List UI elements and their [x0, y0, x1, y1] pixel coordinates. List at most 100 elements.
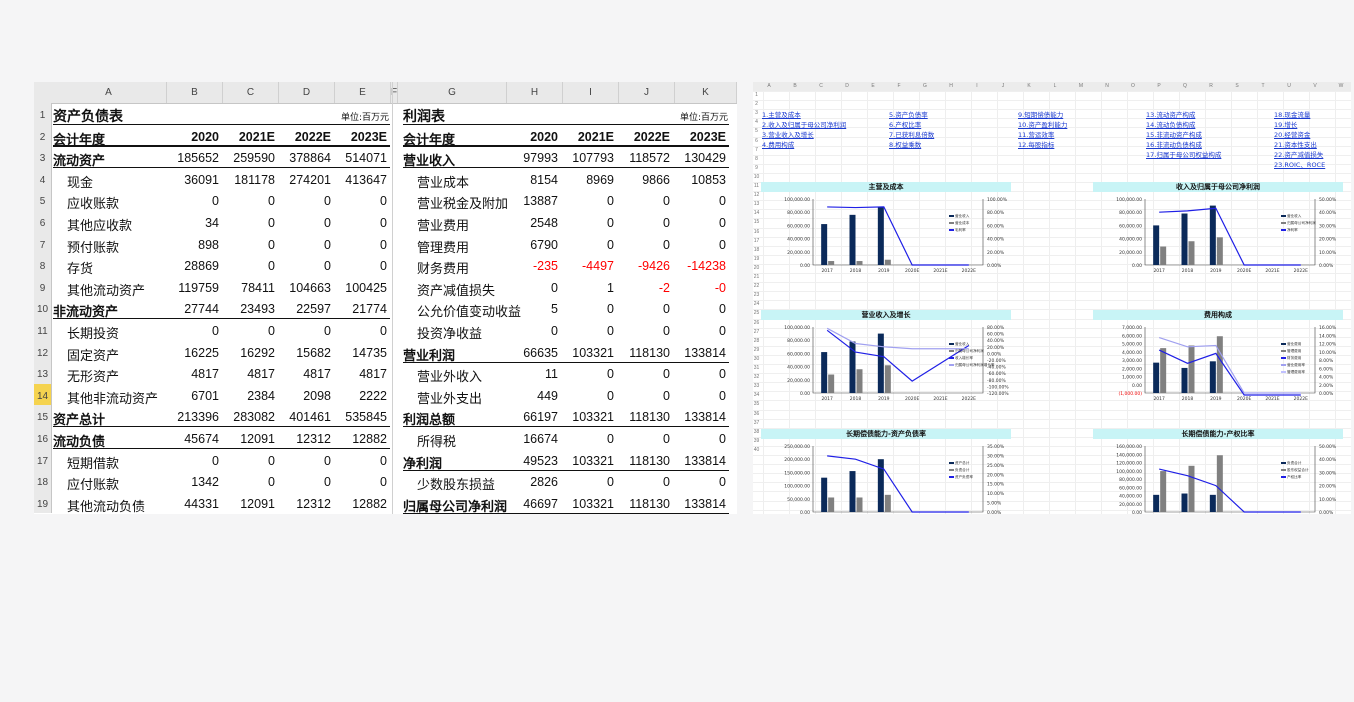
chart-index-link[interactable]: 11.营运效率: [1018, 129, 1054, 139]
row-header-3[interactable]: 3: [34, 146, 52, 168]
y2-tick-label: 50.00%: [1319, 197, 1337, 203]
dash-row-number: 40: [753, 446, 760, 453]
row-header-16[interactable]: 16: [34, 427, 52, 449]
chart-index-link[interactable]: 8.权益乘数: [889, 139, 921, 149]
income-row-label: 财务费用: [417, 262, 470, 278]
chart-index-link[interactable]: 18.现金流量: [1274, 109, 1310, 119]
balance-cell: 535845: [345, 410, 387, 425]
chart-index-link[interactable]: 15.非流动资产构成: [1146, 129, 1202, 139]
y2-tick-label: 8.00%: [1319, 358, 1334, 364]
row-header-17[interactable]: 17: [34, 448, 52, 471]
row-header-18[interactable]: 18: [34, 470, 52, 492]
column-header-D[interactable]: D: [279, 82, 335, 103]
chart-index-link[interactable]: 5.资产负债率: [889, 109, 928, 119]
chart-index-link[interactable]: 20.经营资金: [1274, 129, 1310, 139]
balance-cell: 28869: [184, 259, 219, 274]
line-series: [1158, 349, 1301, 396]
chart-axes: [812, 327, 984, 394]
dash-row-number: 25: [753, 310, 760, 317]
balance-cell: 0: [212, 453, 219, 468]
column-header-K[interactable]: K: [675, 82, 737, 103]
column-header-B[interactable]: B: [167, 82, 223, 103]
balance-row-label: 存货: [67, 262, 94, 278]
income-row-label: 投资净收益: [417, 327, 483, 342]
y-tick-label: 100,000.00: [784, 325, 810, 331]
y2-tick-label: 20.00%: [987, 345, 1005, 351]
chart-index-link[interactable]: 9.短期偿债能力: [1018, 109, 1063, 119]
mini-chart[interactable]: 100,000.00 80,000.00 60,000.00 40,000.00 20,…: [761, 321, 1016, 403]
dash-row-number: 22: [753, 283, 760, 290]
balance-cell: 6701: [191, 388, 219, 403]
bar-mark: [1153, 225, 1160, 265]
spreadsheet-financials[interactable]: ABCDEFGHIJK 1 2 3 4 5 6 7 8 9 10 11 12 13 14 15 16 17 18 1…: [34, 82, 737, 514]
x-tick-label: 2021E: [1265, 268, 1279, 274]
column-header-I[interactable]: I: [563, 82, 619, 103]
legend-label: 营业收入: [955, 213, 970, 218]
y-tick-label: 80,000.00: [1119, 477, 1142, 483]
chart-index-link[interactable]: 6.产权比率: [889, 119, 921, 129]
chart-index-link[interactable]: 2.收入及归属于母公司净利润: [762, 119, 846, 129]
mini-chart[interactable]: 100,000.00 80,000.00 60,000.00 40,000.00 20,…: [1093, 193, 1348, 275]
column-header-G[interactable]: G: [398, 82, 507, 103]
mini-chart[interactable]: 160,000.00 140,000.00 120,000.00 100,000.00…: [1093, 440, 1348, 514]
chart-index-link[interactable]: 22.资产减值损失: [1274, 149, 1323, 159]
bar-mark: [828, 374, 835, 393]
chart-index-link[interactable]: 3.营业收入及增长: [762, 129, 814, 139]
mini-chart[interactable]: 7,000.00 6,000.00 5,000.00 4,000.00 3,000.00…: [1093, 321, 1348, 403]
chart-index-link[interactable]: 13.流动资产构成: [1146, 109, 1195, 119]
table-rule: [403, 469, 729, 471]
chart-index-link[interactable]: 21.资本性支出: [1274, 139, 1317, 149]
row-header-8[interactable]: 8: [34, 254, 52, 276]
chart-index-link[interactable]: 7.已获利息倍数: [889, 129, 934, 139]
row-header-10[interactable]: 10: [34, 297, 52, 319]
chart-dashboard-sheet[interactable]: ABCDEFGHIJKLMNOPQRSTUVW 1 2 3 4 5 6 7 8 9 10 11 12 1…: [753, 82, 1351, 514]
legend-swatch: [949, 350, 954, 352]
income-cell: 46697: [523, 496, 558, 511]
balance-cell: 4817: [359, 367, 387, 382]
column-header-E[interactable]: E: [335, 82, 391, 103]
chart-index-link[interactable]: 10.资产盈利能力: [1018, 119, 1067, 129]
chart-index-link[interactable]: 17.归属于母公司权益构成: [1146, 149, 1221, 159]
row-header-7[interactable]: 7: [34, 232, 52, 255]
row-header-9[interactable]: 9: [34, 275, 52, 298]
income-cell: 133814: [684, 410, 726, 425]
legend-swatch: [1281, 371, 1286, 373]
balance-cell: 0: [380, 453, 387, 468]
y-tick-label: 40,000.00: [1119, 237, 1142, 243]
row-header-6[interactable]: 6: [34, 211, 52, 233]
bar-mark: [1181, 493, 1188, 512]
row-header-2[interactable]: 2: [34, 124, 52, 147]
income-cell: 0: [719, 302, 726, 317]
y-tick-label: 0.00: [1132, 383, 1142, 389]
balance-row-label: 其他应收款: [67, 219, 133, 234]
column-header-C[interactable]: C: [223, 82, 279, 103]
row-header-12[interactable]: 12: [34, 340, 52, 363]
column-header-bar[interactable]: ABCDEFGHIJK: [34, 82, 737, 104]
y2-tick-label: 20.00%: [1319, 484, 1337, 490]
chart-index-link[interactable]: 19.增长: [1274, 119, 1297, 129]
chart-index-link[interactable]: 1.主营及成本: [762, 109, 801, 119]
chart-index-link[interactable]: 14.流动负债构成: [1146, 119, 1195, 129]
column-header-J[interactable]: J: [619, 82, 675, 103]
y2-tick-label: 0.00%: [987, 351, 1002, 357]
column-header-A[interactable]: A: [51, 82, 167, 103]
row-header-11[interactable]: 11: [34, 319, 52, 341]
row-header-5[interactable]: 5: [34, 189, 52, 211]
mini-chart[interactable]: 100,000.00 80,000.00 60,000.00 40,000.00 20,…: [761, 193, 1016, 275]
column-header-H[interactable]: H: [507, 82, 563, 103]
balance-cell: 12091: [240, 432, 275, 446]
chart-index-link[interactable]: 23.ROIC、ROCE: [1274, 159, 1325, 169]
balance-cell: 413647: [345, 172, 387, 187]
chart-index-link[interactable]: 12.每股指标: [1018, 139, 1054, 149]
row-header-15[interactable]: 15: [34, 405, 52, 427]
row-header-1[interactable]: 1: [34, 103, 52, 125]
dash-col-F: F: [897, 83, 901, 89]
chart-index-link[interactable]: 16.非流动负债构成: [1146, 139, 1202, 149]
row-header-4[interactable]: 4: [34, 167, 52, 190]
row-header-14[interactable]: 14: [34, 383, 52, 406]
chart-index-link[interactable]: 4.费用构成: [762, 139, 794, 149]
mini-chart[interactable]: 250,000.00 200,000.00 150,000.00 100,000.00…: [761, 440, 1016, 514]
row-header-13[interactable]: 13: [34, 362, 52, 384]
row-header-19[interactable]: 19: [34, 491, 52, 514]
y-tick-label: 150,000.00: [784, 470, 810, 476]
